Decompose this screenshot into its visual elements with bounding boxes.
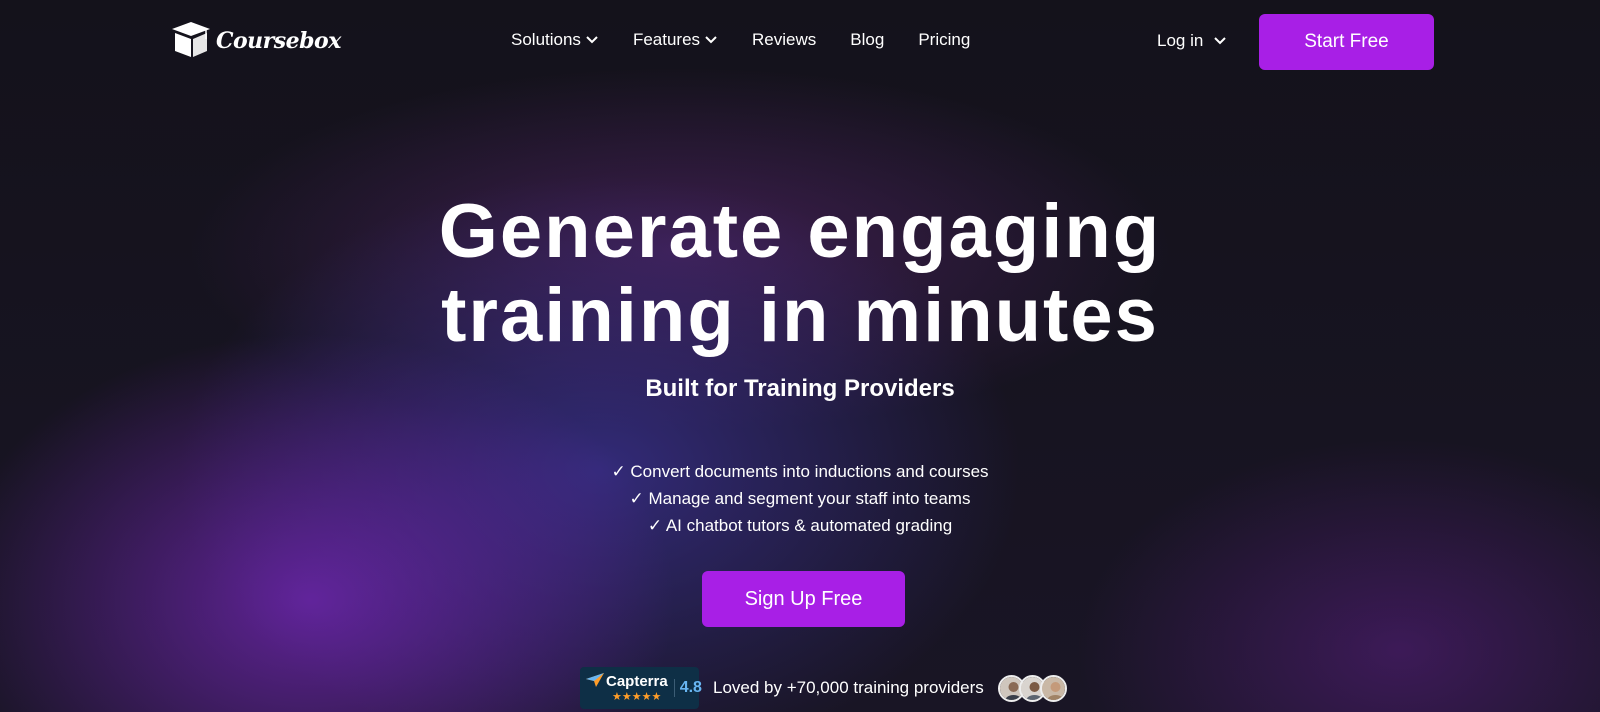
nav-item-solutions[interactable]: Solutions bbox=[511, 30, 599, 50]
capterra-name: Capterra bbox=[586, 673, 668, 690]
nav-item-features[interactable]: Features bbox=[633, 30, 718, 50]
main-nav: Solutions Features Reviews Blog Pricing bbox=[511, 30, 970, 50]
social-proof: Capterra ★★★★★ 4.8 Loved by +70,000 trai… bbox=[580, 667, 1067, 709]
checklist-item: ✓ AI chatbot tutors & automated grading bbox=[647, 516, 953, 535]
nav-label: Pricing bbox=[918, 30, 971, 49]
nav-label: Blog bbox=[850, 30, 885, 49]
capterra-label: Capterra bbox=[606, 673, 668, 690]
loved-by-text: Loved by +70,000 training providers bbox=[713, 678, 984, 697]
avatar bbox=[1039, 674, 1067, 702]
hero-subtitle: Built for Training Providers bbox=[645, 375, 955, 402]
login-label: Log in bbox=[1157, 31, 1204, 50]
nav-item-blog[interactable]: Blog bbox=[850, 30, 884, 50]
avatar-group bbox=[997, 674, 1067, 702]
checklist-item: ✓ Convert documents into inductions and … bbox=[611, 462, 989, 481]
logo[interactable]: Coursebox bbox=[170, 20, 341, 62]
start-free-button[interactable]: Start Free bbox=[1259, 14, 1434, 70]
login-dropdown[interactable]: Log in bbox=[1157, 31, 1227, 51]
nav-item-pricing[interactable]: Pricing bbox=[918, 30, 970, 50]
sign-up-free-button[interactable]: Sign Up Free bbox=[702, 571, 905, 627]
nav-label: Features bbox=[632, 30, 701, 49]
capterra-badge[interactable]: Capterra ★★★★★ 4.8 bbox=[580, 667, 702, 709]
checklist-item: ✓ Manage and segment your staff into tea… bbox=[629, 489, 971, 508]
feature-checklist: ✓ Convert documents into inductions and … bbox=[500, 458, 1100, 539]
site-header: Coursebox Solutions Features Reviews Blo… bbox=[0, 0, 1600, 84]
nav-item-reviews[interactable]: Reviews bbox=[752, 30, 816, 50]
hero-title-line-2: training in minutes bbox=[441, 273, 1159, 358]
logo-text: Coursebox bbox=[216, 28, 341, 54]
capterra-left: Capterra ★★★★★ bbox=[586, 673, 668, 703]
hero-title: Generate engaging training in minutes bbox=[300, 190, 1300, 358]
capterra-score: 4.8 bbox=[673, 679, 702, 697]
chevron-down-icon bbox=[585, 35, 599, 45]
star-rating-icon: ★★★★★ bbox=[612, 691, 662, 703]
chevron-down-icon bbox=[704, 35, 718, 45]
nav-label: Solutions bbox=[511, 30, 581, 49]
hero-title-line-1: Generate engaging bbox=[438, 189, 1162, 274]
capterra-arrow-icon bbox=[586, 673, 604, 690]
chevron-down-icon bbox=[1213, 36, 1227, 46]
nav-label: Reviews bbox=[752, 30, 817, 49]
graduation-box-icon bbox=[170, 19, 212, 64]
